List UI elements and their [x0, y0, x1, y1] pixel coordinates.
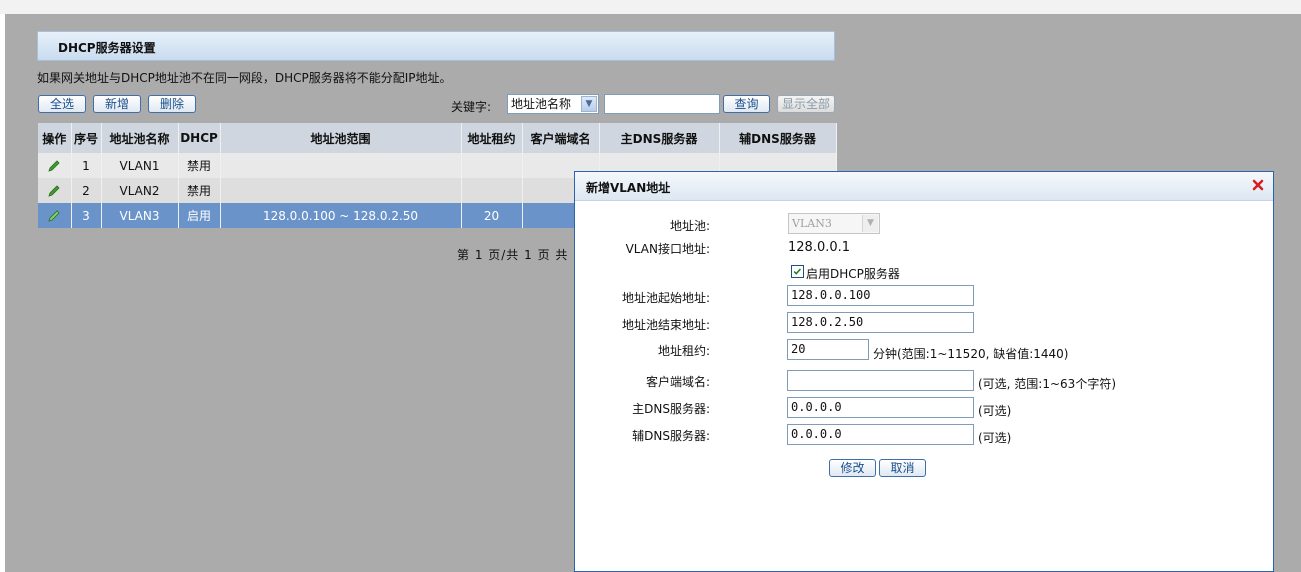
cell-pool-name: VLAN3	[101, 203, 179, 228]
lease-label: 地址租约:	[657, 344, 710, 358]
keyword-input[interactable]	[604, 94, 720, 114]
end-address-input[interactable]: 128.0.2.50	[787, 312, 974, 333]
delete-button[interactable]: 删除	[148, 95, 196, 113]
lease-input[interactable]: 20	[787, 339, 869, 360]
dialog-title-bar: 新增VLAN地址	[575, 172, 1273, 201]
edit-icon[interactable]	[38, 153, 72, 178]
client-domain-input[interactable]	[787, 370, 974, 391]
start-address-label: 地址池起始地址:	[621, 291, 710, 305]
add-button[interactable]: 新增	[93, 95, 141, 113]
chevron-down-icon: ▼	[581, 96, 597, 112]
checkmark-icon	[793, 268, 802, 275]
cell-range	[220, 153, 462, 178]
end-address-label: 地址池结束地址:	[621, 318, 710, 332]
close-icon[interactable]	[1251, 178, 1265, 192]
cell-range: 128.0.0.100 ~ 128.0.2.50	[220, 203, 462, 228]
enable-dhcp-checkbox[interactable]	[791, 265, 804, 278]
col-header-secondary-dns: 辅DNS服务器	[719, 123, 837, 153]
select-all-button[interactable]: 全选	[38, 95, 86, 113]
primary-dns-hint: (可选)	[978, 404, 1012, 418]
cell-index: 2	[71, 178, 102, 203]
vlan-interface-value: 128.0.0.1	[788, 240, 851, 255]
client-domain-label: 客户端域名:	[645, 375, 710, 389]
secondary-dns-input[interactable]: 0.0.0.0	[787, 424, 974, 445]
start-address-input[interactable]: 128.0.0.100	[787, 285, 974, 306]
lease-hint: 分钟(范围:1~11520, 缺省值:1440)	[873, 347, 1069, 361]
add-vlan-dialog: 新增VLAN地址 地址池: VLAN3 ▼ VLAN接口地址: 128.0.0.…	[574, 171, 1274, 572]
primary-dns-label: 主DNS服务器:	[632, 402, 710, 416]
enable-dhcp-label: 启用DHCP服务器	[806, 267, 900, 281]
cell-index: 1	[71, 153, 102, 178]
col-header-range: 地址池范围	[220, 123, 462, 153]
search-button[interactable]: 查询	[723, 95, 770, 113]
panel-header: DHCP服务器设置	[37, 31, 835, 61]
col-header-pool-name: 地址池名称	[101, 123, 179, 153]
col-header-index: 序号	[71, 123, 102, 153]
col-header-lease: 地址租约	[461, 123, 523, 153]
table-header-row: 操作 序号 地址池名称 DHCP 地址池范围 地址租约 客户端域名 主DNS服务…	[38, 123, 837, 153]
cell-dhcp: 启用	[178, 203, 221, 228]
cell-dhcp: 禁用	[178, 178, 221, 203]
secondary-dns-label: 辅DNS服务器:	[632, 429, 710, 443]
col-header-client-domain: 客户端域名	[522, 123, 600, 153]
client-domain-hint: (可选, 范围:1~63个字符)	[978, 377, 1116, 391]
chevron-down-icon: ▼	[862, 215, 878, 232]
cell-pool-name: VLAN2	[101, 178, 179, 203]
show-all-button[interactable]: 显示全部	[777, 95, 835, 113]
keyword-select-value: 地址池名称	[511, 97, 572, 111]
top-strip	[0, 0, 1301, 14]
edit-icon[interactable]	[38, 178, 72, 203]
panel-title: DHCP服务器设置	[58, 41, 156, 55]
keyword-label: 关键字:	[451, 100, 492, 114]
col-header-primary-dns: 主DNS服务器	[599, 123, 720, 153]
cell-lease	[461, 178, 523, 203]
cell-pool-name: VLAN1	[101, 153, 179, 178]
pool-label: 地址池:	[669, 219, 710, 233]
pool-select-value: VLAN3	[792, 217, 832, 230]
cell-lease: 20	[461, 203, 523, 228]
pool-select: VLAN3 ▼	[788, 213, 880, 234]
modify-button[interactable]: 修改	[829, 459, 876, 477]
edit-icon[interactable]	[38, 203, 72, 228]
cell-dhcp: 禁用	[178, 153, 221, 178]
col-header-action: 操作	[38, 123, 72, 153]
vlan-interface-label: VLAN接口地址:	[625, 242, 710, 256]
gateway-notice: 如果网关地址与DHCP地址池不在同一网段，DHCP服务器将不能分配IP地址。	[37, 71, 452, 85]
cell-range	[220, 178, 462, 203]
cell-index: 3	[71, 203, 102, 228]
primary-dns-input[interactable]: 0.0.0.0	[787, 397, 974, 418]
cancel-button[interactable]: 取消	[879, 459, 926, 477]
keyword-select[interactable]: 地址池名称 ▼	[507, 94, 599, 114]
dialog-title: 新增VLAN地址	[586, 181, 671, 195]
col-header-dhcp: DHCP	[178, 123, 221, 153]
secondary-dns-hint: (可选)	[978, 431, 1012, 445]
cell-lease	[461, 153, 523, 178]
